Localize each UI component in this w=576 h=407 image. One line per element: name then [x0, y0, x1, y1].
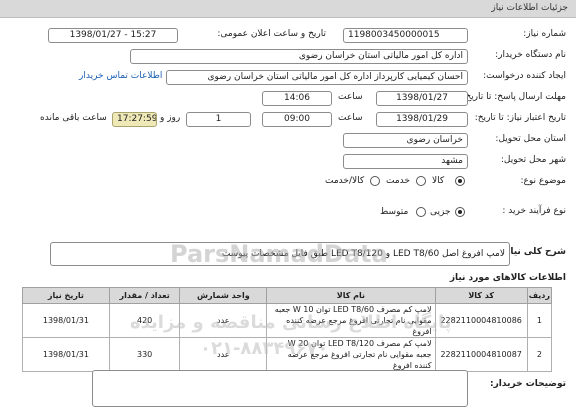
row-need-date: 1398/01/31	[22, 303, 110, 338]
row-index: 1	[526, 303, 553, 338]
announce-label: تاریخ و ساعت اعلان عمومی:	[217, 29, 326, 39]
validity-date-field[interactable]: 1398/01/29	[376, 112, 468, 127]
city-field[interactable]: مشهد	[343, 154, 468, 169]
announce-field[interactable]: 1398/01/27 - 15:27	[48, 28, 178, 43]
table-row[interactable]: 1398/01/31 330 عدد لامپ کم مصرف LED T8/1…	[22, 337, 553, 372]
items-section-title: اطلاعات کالاهای مورد نیاز	[449, 273, 566, 283]
reply-time-field[interactable]: 14:06	[262, 91, 332, 106]
buyer-org-label: نام دستگاه خریدار:	[495, 50, 566, 60]
col-unit: واحد شمارش	[179, 287, 268, 304]
remaining-label: ساعت باقی مانده	[40, 113, 107, 123]
category-option-both: کالا/خدمت	[325, 176, 365, 186]
row-item-name: لامپ کم مصرف LED T8/120 توان 20 W جعبه م…	[266, 337, 436, 372]
table-row[interactable]: 1398/01/31 420 عدد لامپ کم مصرف LED T8/6…	[22, 303, 553, 338]
items-header-row: تاریخ نیاز تعداد / مقدار واحد شمارش نام …	[22, 287, 553, 304]
buyer-contact-link[interactable]: اطلاعات تماس خریدار	[79, 71, 162, 81]
page-title: جزئیات اطلاعات نیاز	[491, 3, 568, 13]
col-row-index: ردیف	[526, 287, 553, 304]
items-table: تاریخ نیاز تعداد / مقدار واحد شمارش نام …	[22, 287, 553, 372]
process-option-partial: جزیی	[430, 207, 451, 217]
row-unit: عدد	[179, 303, 268, 338]
buyer-org-field[interactable]: اداره کل امور مالیاتی استان خراسان رضوی	[130, 49, 468, 64]
process-radio-partial[interactable]	[455, 207, 465, 217]
reply-deadline-label: مهلت ارسال پاسخ: تا تاریخ:	[462, 92, 566, 102]
col-qty: تعداد / مقدار	[108, 287, 181, 304]
category-option-goods: کالا	[432, 176, 445, 186]
buyer-notes-box[interactable]	[92, 370, 468, 407]
validity-label: تاریخ اعتبار نیاز: تا تاریخ:	[474, 113, 566, 123]
category-label: موضوع نوع:	[520, 176, 566, 186]
row-qty: 330	[108, 337, 181, 372]
col-item-name: نام کالا	[266, 287, 436, 304]
row-index: 2	[526, 337, 553, 372]
city-label: شهر محل تحویل:	[500, 155, 566, 165]
row-item-name: لامپ کم مصرف LED T8/60 توان 10 W جعبه مق…	[266, 303, 436, 338]
process-label: نوع فرآیند خرید :	[502, 206, 566, 216]
need-number-label: شماره نیاز:	[523, 29, 566, 39]
category-radio-service[interactable]	[416, 176, 426, 186]
days-field[interactable]: 1	[186, 112, 251, 127]
summary-field[interactable]: لامپ افروغ اصل LED T8/60 و LED T8/120 طب…	[50, 242, 510, 266]
category-option-service: خدمت	[386, 176, 410, 186]
province-field[interactable]: خراسان رضوی	[343, 133, 468, 148]
row-need-date: 1398/01/31	[22, 337, 110, 372]
row-qty: 420	[108, 303, 181, 338]
validity-time-field[interactable]: 09:00	[262, 112, 332, 127]
row-item-code: 2282110004810086	[434, 303, 528, 338]
reply-hour-label: ساعت	[338, 92, 363, 102]
process-option-medium: متوسط	[380, 207, 409, 217]
col-item-code: کد کالا	[434, 287, 528, 304]
days-label: روز و	[160, 113, 181, 123]
creator-field[interactable]: احسان کیمیایی کارپرداز اداره کل امور مال…	[166, 70, 468, 85]
category-radio-goods[interactable]	[455, 176, 465, 186]
header-bar: جزئیات اطلاعات نیاز	[0, 0, 576, 18]
buyer-notes-label: توضیحات خریدار:	[490, 379, 566, 389]
summary-label: شرح کلی نیاز:	[501, 247, 566, 257]
category-radio-both[interactable]	[370, 176, 380, 186]
reply-date-field[interactable]: 1398/01/27	[376, 91, 468, 106]
col-need-date: تاریخ نیاز	[22, 287, 110, 304]
process-radio-medium[interactable]	[416, 207, 426, 217]
validity-hour-label: ساعت	[338, 113, 363, 123]
row-item-code: 2282110004810087	[434, 337, 528, 372]
province-label: استان محل تحویل:	[495, 134, 566, 144]
remaining-timer: 17:27:59	[112, 112, 157, 127]
creator-label: ایجاد کننده درخواست:	[483, 71, 566, 81]
need-number-field[interactable]: 1198003450000015	[343, 28, 468, 43]
row-unit: عدد	[179, 337, 268, 372]
